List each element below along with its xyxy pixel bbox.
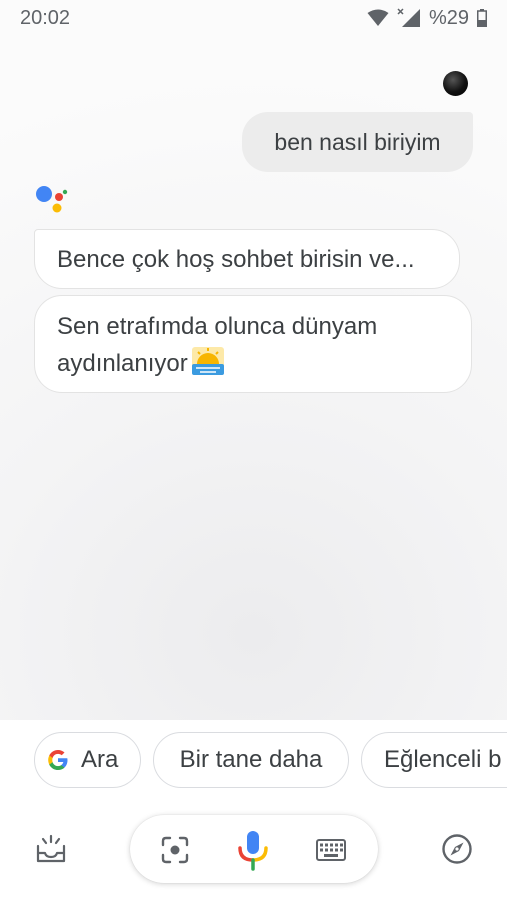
signal-icon: [397, 8, 420, 27]
status-time: 20:02: [20, 6, 71, 29]
sunrise-emoji-icon: [191, 347, 224, 375]
suggestion-chips: Ara Bir tane daha Eğlenceli b: [0, 732, 507, 788]
status-bar: 20:02 %29: [0, 0, 507, 36]
battery-icon: [477, 9, 487, 27]
assistant-message-bubble: Bence çok hoş sohbet birisin ve...: [34, 229, 460, 289]
explore-compass-icon[interactable]: [441, 833, 473, 865]
assistant-message-text: Bence çok hoş sohbet birisin ve...: [57, 246, 415, 273]
input-toolbar-pill: [130, 815, 378, 883]
assistant-message-bubble: Sen etrafımda olunca dünyam aydınlanıyor: [34, 295, 472, 393]
one-more-chip[interactable]: Bir tane daha: [153, 732, 349, 788]
user-message-text: ben nasıl biriyim: [274, 128, 441, 155]
assistant-message-line-2: aydınlanıyor: [57, 350, 188, 377]
fun-chip-label: Eğlenceli b: [384, 746, 502, 773]
google-assistant-logo-icon: [36, 186, 68, 213]
updates-inbox-icon[interactable]: [35, 833, 67, 865]
keyboard-icon[interactable]: [316, 839, 346, 861]
lens-icon[interactable]: [160, 835, 190, 865]
one-more-chip-label: Bir tane daha: [179, 746, 323, 773]
google-g-icon: [48, 750, 68, 770]
assistant-message-line-1: Sen etrafımda olunca dünyam: [57, 313, 378, 340]
search-chip-label: Ara: [81, 746, 119, 773]
search-chip[interactable]: Ara: [34, 732, 141, 788]
battery-percent: %29: [428, 6, 469, 29]
mic-icon[interactable]: [237, 829, 269, 871]
fun-chip[interactable]: Eğlenceli b: [361, 732, 507, 788]
wifi-icon: [367, 9, 389, 26]
user-avatar[interactable]: [443, 71, 468, 96]
status-icons: %29: [367, 7, 487, 30]
user-message-bubble: ben nasıl biriyim: [242, 112, 473, 172]
